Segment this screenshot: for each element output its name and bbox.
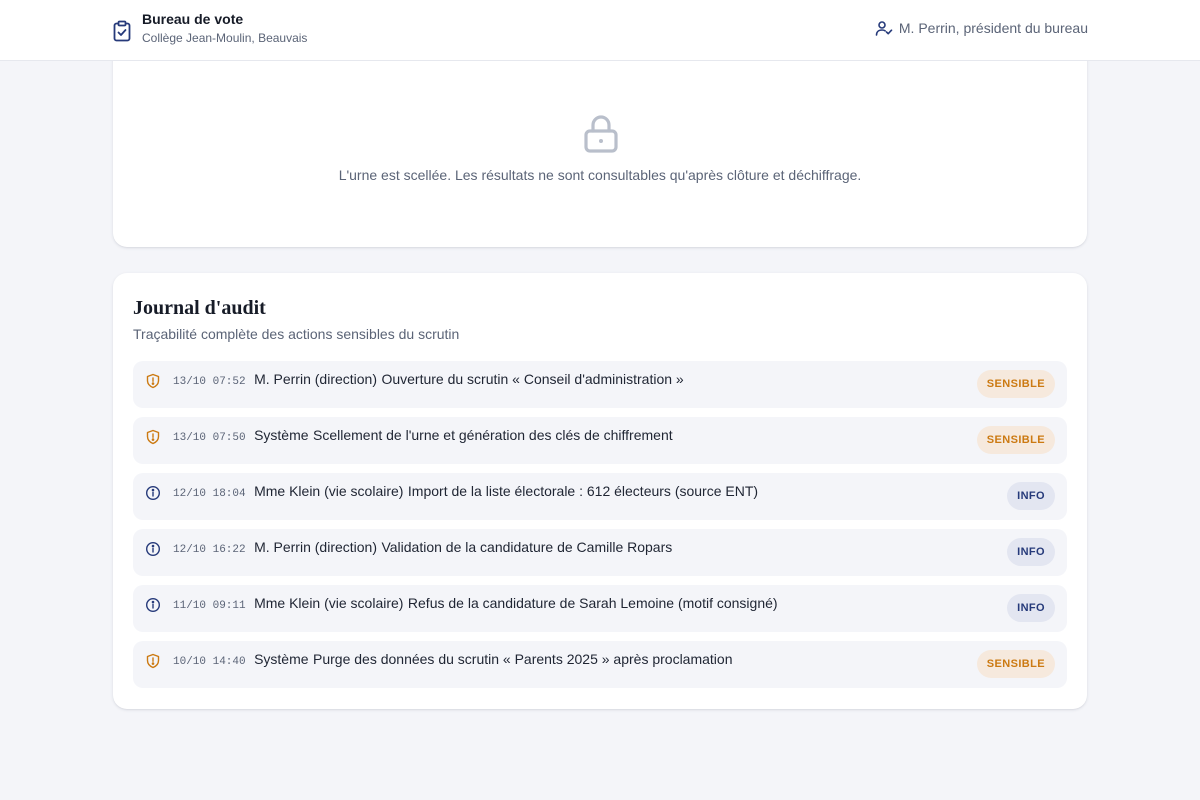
sealed-message: L'urne est scellée. Les résultats ne son…	[338, 167, 862, 183]
level-badge: SENSIBLE	[976, 650, 1055, 678]
shield-alert-icon	[146, 429, 160, 445]
audit-entry[interactable]: 10/10 14:40 Système Purge des données du…	[133, 641, 1067, 688]
entry-action: Refus de la candidature de Sarah Lemoine…	[407, 595, 778, 611]
user-menu[interactable]: M. Perrin, président du bureau	[875, 19, 1088, 37]
app-subtitle: Collège Jean-Moulin, Beauvais	[142, 31, 308, 45]
level-badge: INFO	[1007, 482, 1055, 510]
entry-actor: M. Perrin (direction)	[254, 371, 377, 387]
entry-actor: Mme Klein (vie scolaire)	[254, 595, 404, 611]
entry-actor: Système	[254, 651, 309, 667]
entry-action: Purge des données du scrutin « Parents 2…	[313, 651, 733, 667]
entry-actor: Mme Klein (vie scolaire)	[254, 483, 404, 499]
entry-timestamp: 12/10 18:04	[173, 488, 246, 500]
entry-timestamp: 10/10 14:40	[173, 656, 246, 668]
lock-icon	[584, 115, 618, 153]
clipboard-check-icon	[113, 20, 131, 42]
user-label: M. Perrin, président du bureau	[898, 20, 1088, 36]
info-circle-icon	[145, 485, 161, 501]
audit-log-list: 13/10 07:52 M. Perrin (direction) Ouvert…	[133, 361, 1067, 697]
sealed-ballot-card: L'urne est scellée. Les résultats ne son…	[113, 40, 1087, 247]
audit-entry[interactable]: 11/10 09:11 Mme Klein (vie scolaire) Ref…	[133, 585, 1067, 632]
level-badge: INFO	[1007, 594, 1055, 622]
entry-timestamp: 12/10 16:22	[173, 544, 246, 556]
level-badge: SENSIBLE	[976, 426, 1055, 454]
audit-entry[interactable]: 13/10 07:52 M. Perrin (direction) Ouvert…	[133, 361, 1067, 408]
shield-alert-icon	[146, 653, 160, 669]
entry-action: Import de la liste électorale : 612 élec…	[407, 483, 759, 499]
entry-actor: Système	[254, 427, 309, 443]
audit-subtitle: Traçabilité complète des actions sensibl…	[133, 326, 460, 342]
brand: Bureau de vote Collège Jean-Moulin, Beau…	[112, 11, 307, 45]
audit-entry[interactable]: 12/10 16:22 M. Perrin (direction) Valida…	[133, 529, 1067, 576]
user-check-icon	[875, 21, 893, 36]
info-circle-icon	[145, 541, 161, 557]
audit-title: Journal d'audit	[133, 297, 266, 319]
level-badge: SENSIBLE	[976, 370, 1055, 398]
entry-action: Scellement de l'urne et génération des c…	[313, 427, 673, 443]
top-bar: Bureau de vote Collège Jean-Moulin, Beau…	[0, 0, 1200, 61]
audit-entry[interactable]: 13/10 07:50 Système Scellement de l'urne…	[133, 417, 1067, 464]
info-circle-icon	[145, 597, 161, 613]
entry-timestamp: 13/10 07:50	[173, 432, 246, 444]
audit-entry[interactable]: 12/10 18:04 Mme Klein (vie scolaire) Imp…	[133, 473, 1067, 520]
entry-action: Ouverture du scrutin « Conseil d'adminis…	[381, 371, 684, 387]
entry-actor: M. Perrin (direction)	[254, 539, 377, 555]
shield-alert-icon	[146, 373, 160, 389]
audit-log-card: Journal d'audit Traçabilité complète des…	[113, 273, 1087, 709]
app-title: Bureau de vote	[142, 11, 244, 27]
entry-action: Validation de la candidature de Camille …	[381, 539, 673, 555]
entry-timestamp: 11/10 09:11	[173, 600, 246, 612]
level-badge: INFO	[1007, 538, 1055, 566]
entry-timestamp: 13/10 07:52	[173, 376, 246, 388]
